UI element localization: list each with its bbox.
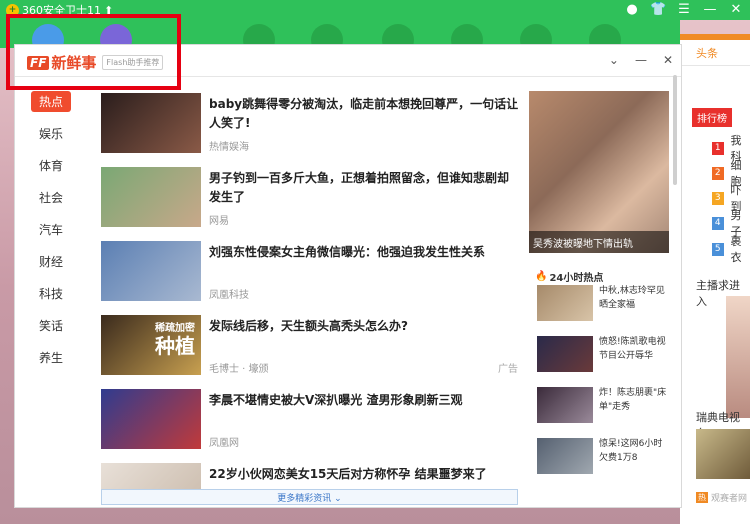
hot-item[interactable]: 中秋,林志玲罕见晒全家福 <box>535 285 675 336</box>
news-source: 热情娱海 <box>209 142 249 153</box>
dropdown-icon[interactable]: ⌄ <box>609 53 619 67</box>
rank-text: 裹衣 <box>730 235 742 264</box>
rank-number: 3 <box>712 191 724 205</box>
category-jokes[interactable]: 笑话 <box>15 309 87 341</box>
rank-badge: 排行榜 <box>692 108 732 127</box>
news-item-ad[interactable]: 稀疏加密 种植 发际线后移，天生额头高秃头怎么办? 毛博士 · 壕颁 广告 <box>101 315 518 389</box>
category-sidebar: 热点 娱乐 体育 社会 汽车 财经 科技 笑话 养生 <box>15 85 87 373</box>
ad-label: 广告 <box>498 364 518 375</box>
category-label: 笑话 <box>38 318 63 333</box>
category-health[interactable]: 养生 <box>15 341 87 373</box>
hot-item[interactable]: 愤怒!陈凯歌电视节目公开辱华 <box>535 336 675 387</box>
right-section-image[interactable] <box>726 296 750 418</box>
news-source: 凤凰科技 <box>209 290 249 301</box>
news-thumbnail[interactable]: 稀疏加密 种植 <box>101 315 201 375</box>
news-title[interactable]: 男子钓到一百多斤大鱼，正想着拍照留念，但谁知悲剧却发生了 <box>209 169 519 207</box>
category-label: 热点 <box>30 90 71 112</box>
news-thumbnail[interactable] <box>101 93 201 153</box>
category-label: 财经 <box>38 254 63 269</box>
hot-thumbnail[interactable] <box>537 285 593 321</box>
category-tech[interactable]: 科技 <box>15 277 87 309</box>
minimize-icon[interactable]: — <box>702 2 718 17</box>
close-popup-icon[interactable]: ✕ <box>663 53 673 67</box>
category-finance[interactable]: 财经 <box>15 245 87 277</box>
news-source: 网易 <box>209 216 229 227</box>
skin-icon[interactable]: 👕 <box>650 2 666 17</box>
news-title[interactable]: 刘强东性侵案女主角微信曝光：他强迫我发生性关系 <box>209 243 519 262</box>
category-label: 社会 <box>38 190 63 205</box>
category-label: 体育 <box>38 158 63 173</box>
news-title[interactable]: 22岁小伙网恋美女15天后对方称怀孕 结果噩梦来了 <box>209 465 518 484</box>
rank-number: 2 <box>712 166 724 180</box>
category-society[interactable]: 社会 <box>15 181 87 213</box>
close-icon[interactable]: ✕ <box>728 2 744 17</box>
rank-number: 1 <box>712 141 724 155</box>
rank-number: 4 <box>712 216 724 230</box>
ad-thumb-text-top: 稀疏加密 <box>155 323 195 334</box>
news-title[interactable]: baby跳舞得零分被淘汰，临走前本想挽回尊严，一句话让人笑了! <box>209 95 519 133</box>
hot-24h-section: 🔥 24小时热点 中秋,林志玲罕见晒全家福 愤怒!陈凯歌电视节目公开辱华 炸！陈… <box>535 267 675 489</box>
menu-icon[interactable]: ☰ <box>676 2 692 17</box>
more-news-button[interactable]: 更多精彩资讯 ⌄ <box>101 489 518 505</box>
category-label: 养生 <box>38 350 63 365</box>
news-title[interactable]: 李晨不堪情史被大V深扒曝光 渣男形象刷新三观 <box>209 391 519 410</box>
footer-source: 观赛者网 <box>711 494 748 504</box>
news-thumbnail[interactable] <box>101 389 201 449</box>
hot-thumbnail[interactable] <box>537 336 593 372</box>
category-sports[interactable]: 体育 <box>15 149 87 181</box>
hot-title[interactable]: 愤怒!陈凯歌电视节目公开辱华 <box>599 335 669 363</box>
hot-thumbnail[interactable] <box>537 387 593 423</box>
hot-title[interactable]: 中秋,林志玲罕见晒全家福 <box>599 284 669 312</box>
news-title[interactable]: 发际线后移，天生额头高秃头怎么办? <box>209 317 519 336</box>
news-feed: baby跳舞得零分被淘汰，临走前本想挽回尊严，一句话让人笑了! 热情娱海 男子钓… <box>101 93 518 493</box>
hot-item[interactable]: 炸！陈志朋裹"床单"走秀 <box>535 387 675 438</box>
right-section-image[interactable] <box>696 429 750 479</box>
category-label: 科技 <box>38 286 63 301</box>
hot-item[interactable]: 惊呆!这网6小时欠费1万8 <box>535 438 675 489</box>
featured-image[interactable]: 吴秀波被曝地下情出轨 <box>529 91 669 253</box>
category-label: 娱乐 <box>38 126 63 141</box>
hot-title[interactable]: 炸！陈志朋裹"床单"走秀 <box>599 386 669 414</box>
category-entertainment[interactable]: 娱乐 <box>15 117 87 149</box>
highlight-outline <box>6 14 181 90</box>
news-popup: FF 新鲜事 Flash助手推荐 ⌄ — ✕ 热点 娱乐 体育 社会 汽车 财经… <box>14 44 682 508</box>
news-thumbnail[interactable] <box>101 167 201 227</box>
hot-header: 🔥 24小时热点 <box>535 267 675 285</box>
category-label: 汽车 <box>38 222 63 237</box>
rank-item[interactable]: 5 裹衣 <box>712 233 750 265</box>
ad-thumb-text-bottom: 种植 <box>155 334 195 358</box>
news-item[interactable]: baby跳舞得零分被淘汰，临走前本想挽回尊严，一句话让人笑了! 热情娱海 <box>101 93 518 167</box>
news-thumbnail[interactable] <box>101 241 201 301</box>
hot-title[interactable]: 惊呆!这网6小时欠费1万8 <box>599 437 669 465</box>
tab-headlines[interactable]: 头条 <box>680 40 750 66</box>
hot-thumbnail[interactable] <box>537 438 593 474</box>
news-item[interactable]: 刘强东性侵案女主角微信曝光：他强迫我发生性关系 凤凰科技 <box>101 241 518 315</box>
category-auto[interactable]: 汽车 <box>15 213 87 245</box>
level-badge-icon[interactable]: ● <box>624 2 640 17</box>
rank-number: 5 <box>712 242 724 256</box>
hot-badge: 热 <box>696 492 708 503</box>
hot-header-label: 24小时热点 <box>549 272 604 284</box>
feed-scrollbar[interactable] <box>673 75 677 185</box>
right-news-panel: 头条 排行榜 1 我科 2 细胞 3 吓到 4 男子 5 裹衣 主播求进入 瑞典… <box>680 34 750 524</box>
news-source: 凤凰网 <box>209 438 239 449</box>
news-item[interactable]: 男子钓到一百多斤大鱼，正想着拍照留念，但谁知悲剧却发生了 网易 <box>101 167 518 241</box>
news-source: 毛博士 · 壕颁 <box>209 364 269 375</box>
fire-icon: 🔥 <box>535 270 548 282</box>
right-footer: 热 观赛者网 <box>696 491 747 504</box>
featured-caption[interactable]: 吴秀波被曝地下情出轨 <box>529 231 669 253</box>
news-item[interactable]: 李晨不堪情史被大V深扒曝光 渣男形象刷新三观 凤凰网 <box>101 389 518 463</box>
minimize-popup-icon[interactable]: — <box>635 53 647 67</box>
